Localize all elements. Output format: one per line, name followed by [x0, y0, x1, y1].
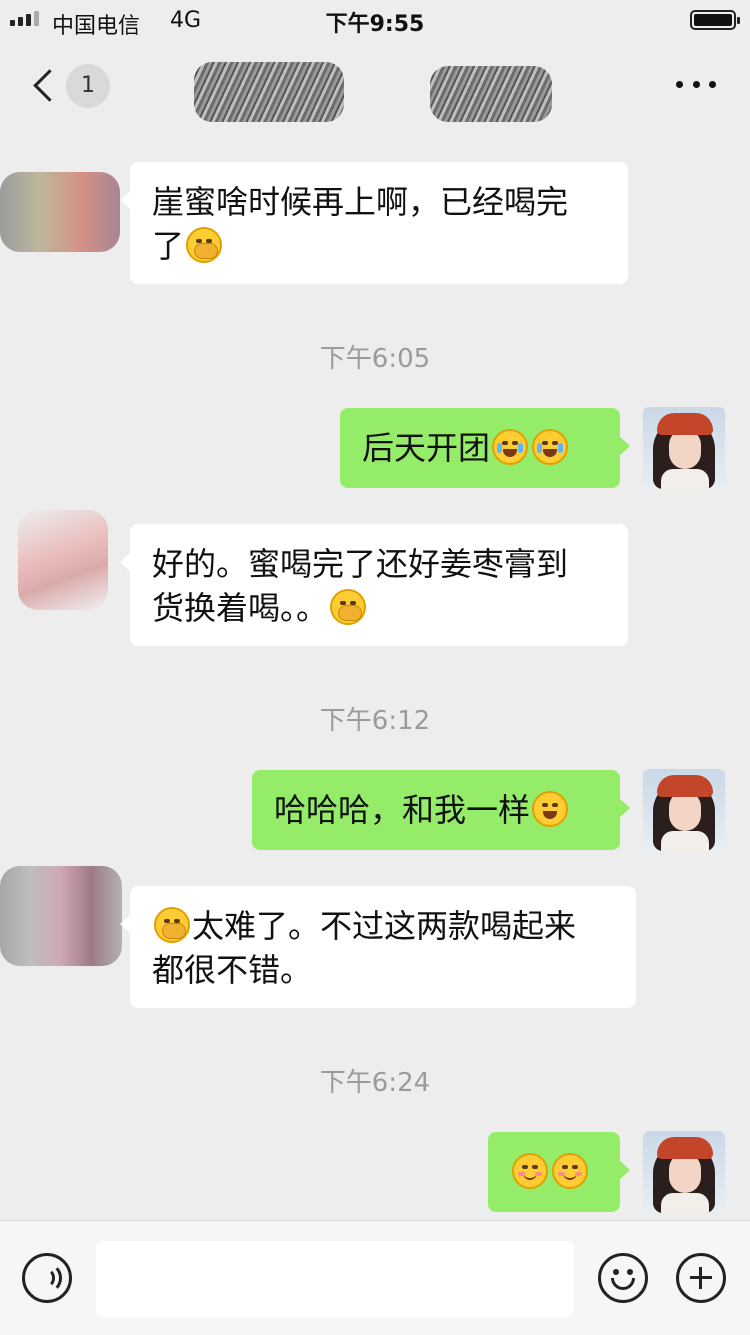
message-bubble-outgoing[interactable]: 哈哈哈，和我一样 — [252, 770, 630, 850]
laughing-crying-emoji-icon — [492, 429, 529, 465]
voice-input-button[interactable] — [22, 1253, 72, 1303]
my-avatar[interactable] — [643, 407, 725, 489]
message-text: 后天开团 — [362, 429, 491, 467]
contact-avatar-redacted[interactable] — [0, 500, 130, 620]
my-avatar[interactable] — [643, 1131, 725, 1213]
dot-icon — [676, 80, 683, 88]
emoji-button[interactable] — [598, 1253, 648, 1303]
message-text: 货换着喝。。 — [152, 589, 329, 627]
dot-icon — [692, 80, 700, 88]
chevron-left-icon — [33, 69, 66, 102]
chat-header: 1 — [0, 44, 750, 132]
timestamp-separator: 下午6:24 — [319, 1068, 431, 1098]
message-text: 都很不错。 — [152, 951, 313, 989]
contact-avatar-redacted[interactable] — [0, 856, 130, 976]
add-more-button[interactable] — [676, 1253, 726, 1303]
clock: 下午9:55 — [325, 12, 425, 37]
timestamp-separator: 下午6:12 — [319, 706, 431, 736]
message-bubble-incoming[interactable]: 好的。蜜喝完了还好姜枣膏到 货换着喝。。 — [120, 524, 628, 646]
message-bubble-incoming[interactable]: 太难了。不过这两款喝起来 都很不错。 — [120, 886, 636, 1008]
facepalm-emoji-icon — [186, 227, 223, 263]
facepalm-emoji-icon — [330, 589, 367, 625]
timestamp-separator: 下午6:05 — [319, 344, 431, 374]
unread-count-badge: 1 — [66, 64, 110, 108]
smiling-emoji-icon — [552, 1153, 588, 1189]
chat-title-redacted — [180, 44, 580, 132]
input-bar — [0, 1220, 750, 1335]
battery-icon — [690, 10, 740, 30]
message-input[interactable] — [96, 1241, 574, 1317]
message-text: 好的。蜜喝完了还好姜枣膏到 — [152, 545, 569, 583]
laughing-crying-emoji-icon — [532, 429, 569, 465]
message-bubble-incoming[interactable]: 崖蜜啥时候再上啊，已经喝完 了 — [120, 162, 628, 284]
message-text: 了 — [152, 227, 185, 265]
message-text: 崖蜜啥时候再上啊，已经喝完 — [152, 183, 569, 221]
message-text: 太难了。不过这两款喝起来 — [192, 907, 577, 945]
status-bar: 中国电信 4G 下午9:55 — [0, 0, 750, 44]
message-text: 哈哈哈，和我一样 — [274, 791, 531, 829]
dot-icon — [709, 80, 716, 88]
facepalm-emoji-icon — [154, 907, 190, 943]
message-list[interactable]: 崖蜜啥时候再上啊，已经喝完 了 下午6:05 后天开团 好的。蜜喝完了还好姜枣膏… — [0, 132, 750, 1220]
back-button[interactable]: 1 — [26, 58, 116, 114]
my-avatar[interactable] — [643, 769, 725, 851]
more-options-button[interactable] — [676, 74, 716, 94]
message-bubble-outgoing[interactable]: 后天开团 — [340, 408, 630, 488]
grinning-emoji-icon — [532, 791, 569, 827]
contact-avatar-redacted[interactable] — [0, 152, 130, 272]
smiling-emoji-icon — [512, 1153, 548, 1189]
message-bubble-outgoing[interactable] — [488, 1132, 630, 1212]
smiley-icon — [613, 1269, 619, 1275]
